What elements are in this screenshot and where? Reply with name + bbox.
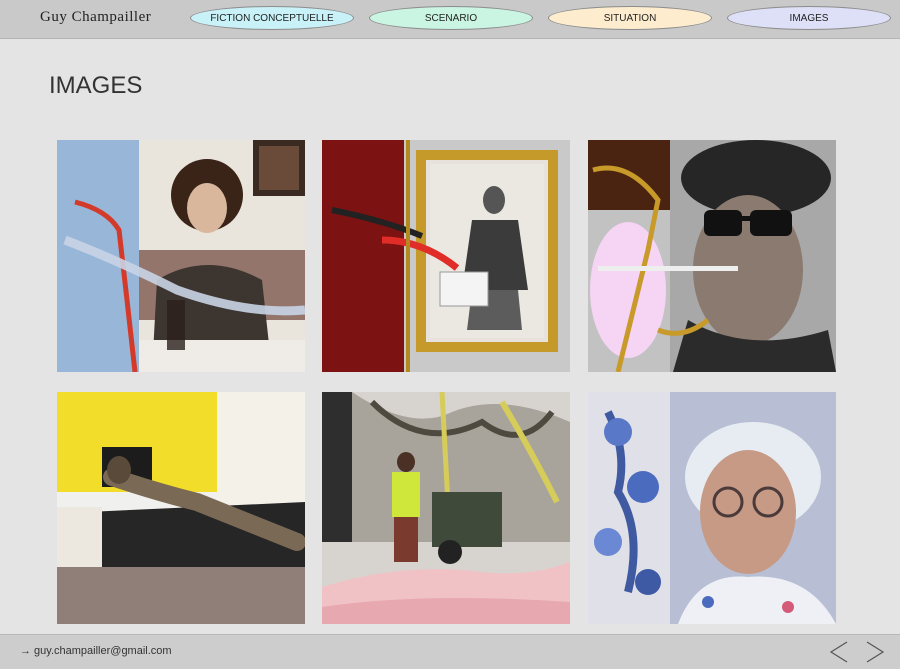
artwork-man-in-gold-frame (322, 140, 570, 372)
nav-item-label: SITUATION (603, 12, 657, 24)
gallery-image-5[interactable] (322, 392, 570, 624)
gallery-image-2[interactable] (322, 140, 570, 372)
page-title: IMAGES (49, 72, 143, 99)
nav-item-label: IMAGES (789, 12, 829, 24)
artwork-woman-wine-glass (57, 140, 305, 372)
nav-item-label: SCENARIO (424, 12, 478, 24)
artwork-figure-on-bed (57, 392, 305, 624)
gallery-image-4[interactable] (57, 392, 305, 624)
gallery-image-6[interactable] (588, 392, 836, 624)
footer-bar: → guy.champailler@gmail.com (0, 634, 900, 669)
nav-item-situation[interactable]: SITUATION (548, 6, 712, 30)
previous-button[interactable] (828, 640, 850, 664)
nav-item-images[interactable]: IMAGES (727, 6, 891, 30)
chevron-right-icon (866, 641, 885, 663)
image-gallery (57, 140, 836, 624)
gallery-image-3[interactable] (588, 140, 836, 372)
chevron-left-icon (829, 641, 848, 663)
artwork-elderly-woman (588, 392, 836, 624)
nav-item-fiction-conceptuelle[interactable]: FICTION CONCEPTUELLE (190, 6, 354, 30)
gallery-image-1[interactable] (57, 140, 305, 372)
artwork-man-with-sunglasses (588, 140, 836, 372)
nav-item-label: FICTION CONCEPTUELLE (210, 12, 334, 24)
site-name[interactable]: Guy Champailler (40, 9, 151, 26)
nav-item-scenario[interactable]: SCENARIO (369, 6, 533, 30)
next-button[interactable] (864, 640, 886, 664)
artwork-street-worker (322, 392, 570, 624)
email-link[interactable]: → guy.champailler@gmail.com (20, 645, 172, 657)
top-navigation-bar: Guy Champailler FICTION CONCEPTUELLE SCE… (0, 0, 900, 39)
